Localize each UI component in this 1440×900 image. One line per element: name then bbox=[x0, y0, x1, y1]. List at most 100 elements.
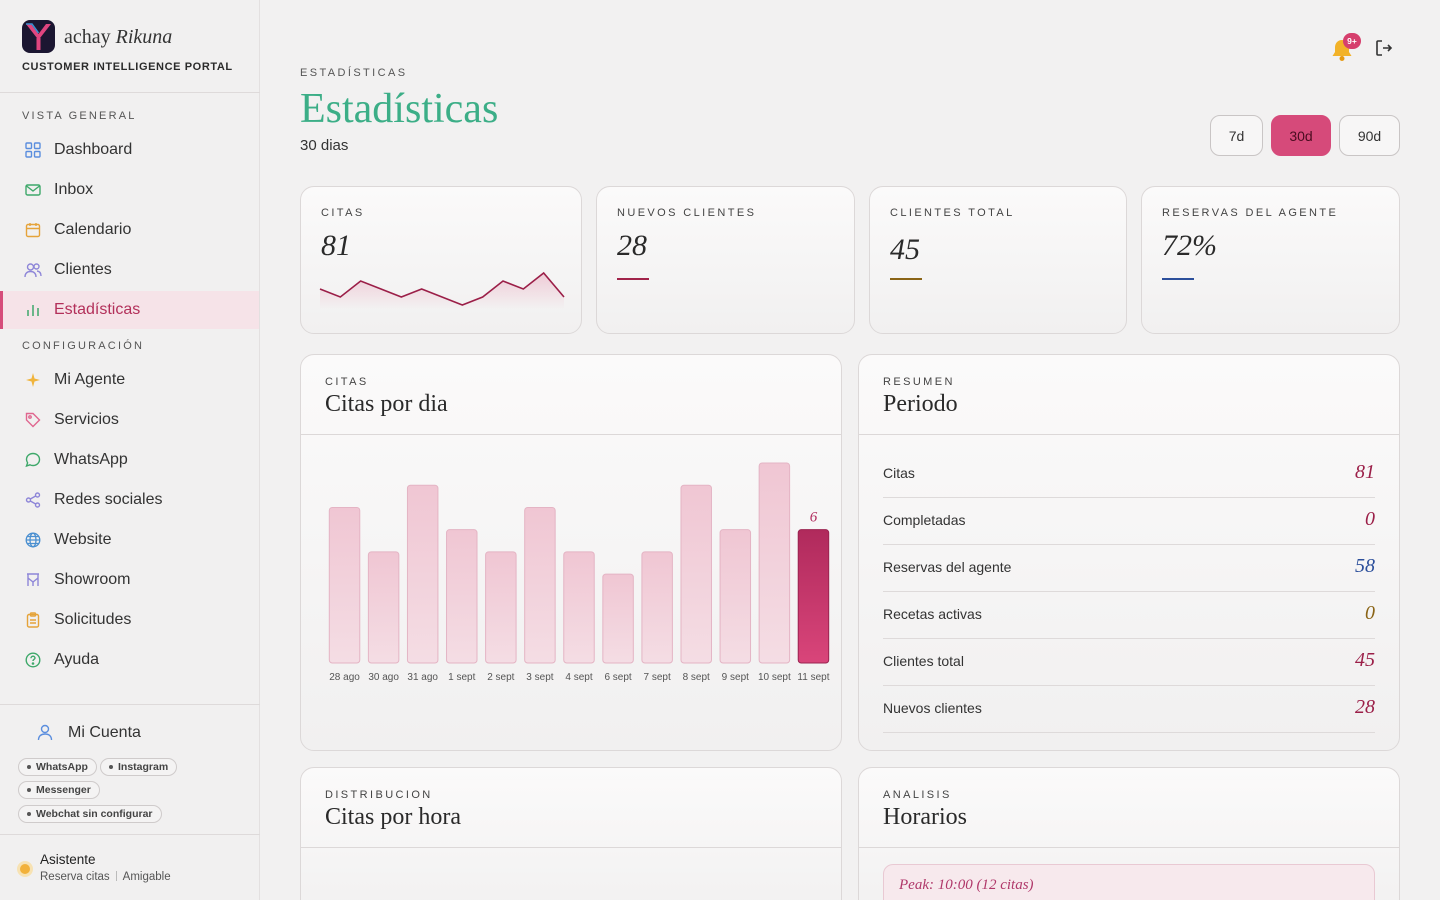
brand-tagline: CUSTOMER INTELLIGENCE PORTAL bbox=[22, 61, 233, 73]
sidebar-item-servicios[interactable]: Servicios bbox=[0, 401, 259, 439]
sidebar-item-ayuda[interactable]: Ayuda bbox=[0, 641, 259, 679]
chart-x-tick: 30 ago bbox=[368, 672, 399, 683]
chart-bar bbox=[758, 462, 791, 664]
sidebar: achay Rikuna CUSTOMER INTELLIGENCE PORTA… bbox=[0, 0, 260, 900]
chart-x-tick: 4 sept bbox=[565, 672, 592, 683]
summary-value: 45 bbox=[1355, 649, 1375, 671]
page-eyebrow: ESTADÍSTICAS bbox=[300, 67, 408, 79]
chart-bar bbox=[328, 506, 361, 664]
chart-x-tick: 2 sept bbox=[487, 672, 514, 683]
panel-divider bbox=[859, 847, 1399, 848]
chart-x-tick: 9 sept bbox=[722, 672, 749, 683]
brand[interactable]: achay Rikuna CUSTOMER INTELLIGENCE PORTA… bbox=[22, 20, 252, 80]
account-label: Mi Cuenta bbox=[68, 724, 141, 741]
summary-label: Citas bbox=[883, 465, 915, 481]
assistant-name: Asistente bbox=[40, 852, 96, 867]
sidebar-item-estadisticas[interactable]: Estadísticas bbox=[0, 291, 259, 329]
kpi-card-reservas-agente: RESERVAS DEL AGENTE 72% bbox=[1141, 186, 1400, 334]
bar-chart-icon bbox=[24, 301, 42, 319]
summary-value: 81 bbox=[1355, 461, 1375, 483]
chart-bar bbox=[719, 529, 752, 664]
sidebar-item-label: Mi Agente bbox=[54, 371, 126, 388]
page-subtitle: 30 dias bbox=[300, 137, 349, 154]
chart-bar bbox=[485, 551, 517, 664]
sidebar-item-whatsapp[interactable]: WhatsApp bbox=[0, 441, 259, 479]
sidebar-item-inbox[interactable]: Inbox bbox=[0, 171, 259, 209]
notification-badge: 9+ bbox=[1343, 33, 1361, 49]
showroom-icon bbox=[24, 571, 42, 589]
chart-x-tick: 3 sept bbox=[526, 672, 553, 683]
chart-x-tick: 7 sept bbox=[644, 672, 671, 683]
chart-bar bbox=[524, 506, 556, 664]
globe-icon bbox=[24, 531, 42, 549]
summary-label: Recetas activas bbox=[883, 606, 982, 622]
logout-button[interactable] bbox=[1374, 38, 1396, 60]
account-link[interactable]: Mi Cuenta bbox=[36, 720, 141, 746]
chart-bar bbox=[367, 551, 400, 664]
mail-icon bbox=[24, 181, 42, 199]
sidebar-item-label: Dashboard bbox=[54, 141, 133, 158]
kpi-card-nuevos-clientes: NUEVOS CLIENTES 28 bbox=[596, 186, 855, 334]
summary-label: Clientes total bbox=[883, 653, 964, 669]
channel-chip-instagram: Instagram bbox=[100, 758, 178, 776]
sparkline-area bbox=[320, 273, 564, 309]
summary-label: Reservas del agente bbox=[883, 559, 1012, 575]
brand-logo bbox=[22, 20, 55, 53]
sidebar-item-label: Ayuda bbox=[54, 651, 100, 668]
sidebar-item-website[interactable]: Website bbox=[0, 521, 259, 559]
clipboard-icon bbox=[24, 611, 42, 629]
summary-value: 0 bbox=[1365, 508, 1375, 530]
panel-eyebrow: ANALISIS bbox=[883, 789, 952, 801]
panel-divider bbox=[859, 434, 1399, 435]
range-7d-button[interactable]: 7d bbox=[1210, 115, 1263, 156]
chart-x-tick: 6 sept bbox=[604, 672, 631, 683]
assistant-meta: Reserva citas Amigable bbox=[40, 871, 171, 883]
sidebar-item-mi-agente[interactable]: Mi Agente bbox=[0, 361, 259, 399]
citas-sparkline bbox=[319, 271, 565, 309]
assistant-status[interactable]: Asistente Reserva citas Amigable bbox=[20, 850, 250, 890]
summary-label: Nuevos clientes bbox=[883, 700, 982, 716]
sparkle-icon bbox=[24, 371, 42, 389]
chart-x-tick: 11 sept bbox=[797, 672, 829, 683]
sidebar-item-label: Showroom bbox=[54, 571, 131, 588]
panel-title: Horarios bbox=[883, 804, 967, 830]
summary-row: Completadas 0 bbox=[883, 498, 1375, 545]
grid-icon bbox=[24, 141, 42, 159]
range-30d-button[interactable]: 30d bbox=[1271, 115, 1331, 156]
sidebar-item-label: WhatsApp bbox=[54, 451, 128, 468]
sidebar-item-calendario[interactable]: Calendario bbox=[0, 211, 259, 249]
kpi-label: RESERVAS DEL AGENTE bbox=[1162, 207, 1339, 219]
sidebar-item-showroom[interactable]: Showroom bbox=[0, 561, 259, 599]
chart-bar bbox=[797, 529, 830, 664]
sidebar-divider bbox=[0, 704, 260, 705]
status-dot-icon bbox=[20, 864, 30, 874]
range-90d-button[interactable]: 90d bbox=[1339, 115, 1400, 156]
chart-bar bbox=[406, 484, 439, 664]
citas-bar-chart: 28 ago 30 ago 31 ago 1 sept 2 sept 3 sept 4 se… bbox=[328, 462, 830, 683]
nav-section-config: CONFIGURACIÓN bbox=[22, 340, 145, 352]
summary-row: Nuevos clientes 28 bbox=[883, 686, 1375, 733]
users-icon bbox=[24, 261, 42, 279]
calendar-icon bbox=[24, 221, 42, 239]
sidebar-item-label: Solicitudes bbox=[54, 611, 132, 628]
sidebar-item-clientes[interactable]: Clientes bbox=[0, 251, 259, 289]
panel-title: Citas por hora bbox=[325, 804, 461, 830]
panel-title: Periodo bbox=[883, 391, 958, 417]
kpi-card-citas: CITAS 81 bbox=[300, 186, 582, 334]
kpi-accent-line bbox=[890, 278, 922, 280]
chart-bar bbox=[680, 484, 712, 664]
sidebar-item-label: Inbox bbox=[54, 181, 94, 198]
panel-eyebrow: RESUMEN bbox=[883, 376, 955, 388]
panel-divider bbox=[301, 847, 841, 848]
sidebar-item-label: Calendario bbox=[54, 221, 132, 238]
channel-chip-whatsapp: WhatsApp bbox=[18, 758, 97, 776]
kpi-label: CLIENTES TOTAL bbox=[890, 207, 1015, 219]
user-icon bbox=[36, 723, 56, 743]
channel-chip-webchat: Webchat sin configurar bbox=[18, 805, 162, 823]
kpi-value: 28 bbox=[617, 229, 647, 262]
kpi-value: 81 bbox=[321, 229, 351, 262]
sidebar-item-dashboard[interactable]: Dashboard bbox=[0, 131, 259, 169]
sidebar-item-redes-sociales[interactable]: Redes sociales bbox=[0, 481, 259, 519]
nav-section-overview: VISTA GENERAL bbox=[22, 110, 137, 122]
sidebar-item-solicitudes[interactable]: Solicitudes bbox=[0, 601, 259, 639]
